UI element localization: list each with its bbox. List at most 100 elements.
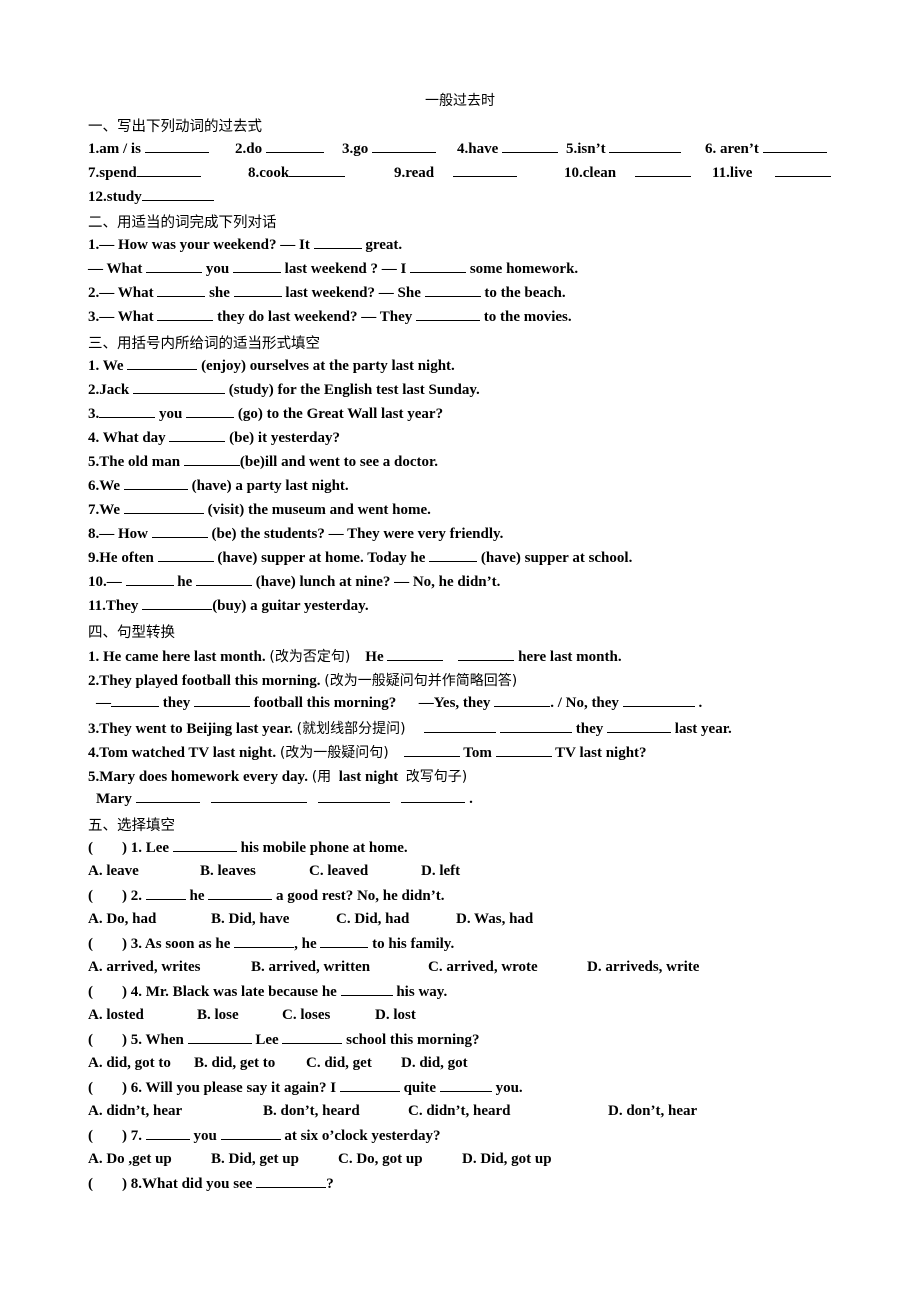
answer-blank[interactable] <box>607 720 672 733</box>
answer-blank[interactable] <box>194 694 250 707</box>
answer-paren[interactable]: ( <box>88 1128 122 1145</box>
answer-blank[interactable] <box>220 1127 281 1140</box>
answer-blank[interactable] <box>495 744 552 757</box>
answer-blank[interactable] <box>141 188 214 201</box>
line-text: they <box>575 721 604 737</box>
dialogue-line: — What you last weekend ? — I some homew… <box>88 260 578 278</box>
answer-blank[interactable] <box>372 140 436 153</box>
answer-blank[interactable] <box>99 405 156 418</box>
line-text: last weekend ? — I <box>284 261 407 277</box>
answer-blank[interactable] <box>172 839 237 852</box>
answer-blank[interactable] <box>318 790 391 803</box>
answer-blank[interactable] <box>429 549 478 562</box>
section-5-heading: 五、选择填空 <box>88 818 175 834</box>
verb-label: 8.cook <box>248 165 290 181</box>
answer-blank[interactable] <box>502 140 558 153</box>
answer-blank[interactable] <box>169 429 226 442</box>
answer-blank[interactable] <box>145 1127 190 1140</box>
answer-blank[interactable] <box>313 236 362 249</box>
answer-blank[interactable] <box>634 164 691 177</box>
option: A. arrived, writes <box>88 959 201 975</box>
answer-blank[interactable] <box>136 164 201 177</box>
answer-blank[interactable] <box>145 887 186 900</box>
answer-blank[interactable] <box>282 1031 343 1044</box>
line-text: . <box>698 695 703 711</box>
verb-label: 6. aren’t <box>705 141 759 157</box>
answer-blank[interactable] <box>415 308 480 321</box>
fill-line: 10.— he (have) lunch at nine? — No, he d… <box>88 573 500 591</box>
answer-blank[interactable] <box>183 453 240 466</box>
answer-blank[interactable] <box>609 140 682 153</box>
answer-blank[interactable] <box>500 720 573 733</box>
answer-blank[interactable] <box>401 790 466 803</box>
answer-blank[interactable] <box>762 140 827 153</box>
transform-line: 4.Tom watched TV last night. (改为一般疑问句) T… <box>88 742 647 762</box>
question-text: ) 6. Will you please say it again? I <box>122 1080 337 1096</box>
line-text: 3.They went to Beijing last year. <box>88 721 293 737</box>
answer-blank[interactable] <box>157 284 206 297</box>
fill-line: 8.— How (be) the students? — They were v… <box>88 525 503 543</box>
answer-paren[interactable]: ( <box>88 1176 122 1193</box>
answer-blank[interactable] <box>157 308 214 321</box>
answer-paren[interactable]: ( <box>88 1032 122 1049</box>
answer-blank[interactable] <box>186 405 235 418</box>
option: A. didn’t, hear <box>88 1103 183 1119</box>
answer-blank[interactable] <box>123 501 204 514</box>
question-text: a good rest? No, he didn’t. <box>276 888 445 904</box>
answer-blank[interactable] <box>127 357 198 370</box>
answer-blank[interactable] <box>622 694 695 707</box>
answer-blank[interactable] <box>340 983 393 996</box>
answer-blank[interactable] <box>133 381 225 394</box>
answer-blank[interactable] <box>339 1079 400 1092</box>
answer-blank[interactable] <box>234 935 295 948</box>
verb-label: 12.study <box>88 189 142 205</box>
answer-blank[interactable] <box>125 573 174 586</box>
line-text: 8.— How <box>88 526 148 542</box>
answer-paren[interactable]: ( <box>88 888 122 905</box>
answer-blank[interactable] <box>265 140 324 153</box>
line-text: (go) to the Great Wall last year? <box>237 406 444 422</box>
answer-blank[interactable] <box>142 597 213 610</box>
answer-blank[interactable] <box>135 790 200 803</box>
answer-blank[interactable] <box>289 164 346 177</box>
line-text: 10.— <box>88 574 122 590</box>
verb-label: 5.isn’t <box>566 141 606 157</box>
answer-paren[interactable]: ( <box>88 840 122 857</box>
answer-blank[interactable] <box>458 648 515 661</box>
transform-line: Mary . <box>96 790 473 808</box>
answer-blank[interactable] <box>232 260 281 273</box>
line-text: (have) supper at school. <box>480 550 633 566</box>
answer-blank[interactable] <box>403 744 460 757</box>
answer-blank[interactable] <box>320 935 369 948</box>
answer-blank[interactable] <box>196 573 252 586</box>
answer-paren[interactable]: ( <box>88 984 122 1001</box>
answer-blank[interactable] <box>233 284 282 297</box>
answer-blank[interactable] <box>123 477 188 490</box>
answer-blank[interactable] <box>187 1031 252 1044</box>
answer-blank[interactable] <box>157 549 214 562</box>
answer-blank[interactable] <box>452 164 517 177</box>
answer-blank[interactable] <box>410 260 467 273</box>
question-text: ) 4. Mr. Black was late because he <box>122 984 337 1000</box>
answer-blank[interactable] <box>146 260 203 273</box>
answer-blank[interactable] <box>144 140 209 153</box>
answer-blank[interactable] <box>774 164 831 177</box>
answer-blank[interactable] <box>208 887 273 900</box>
option: B. Did, have <box>211 911 290 927</box>
answer-paren[interactable]: ( <box>88 936 122 953</box>
question-text: quite <box>403 1080 437 1096</box>
answer-blank[interactable] <box>424 720 497 733</box>
answer-blank[interactable] <box>256 1175 327 1188</box>
section-4-heading: 四、句型转换 <box>88 625 175 641</box>
answer-paren[interactable]: ( <box>88 1080 122 1097</box>
transform-line: — they football this morning? —Yes, they… <box>96 694 702 712</box>
answer-blank[interactable] <box>424 284 481 297</box>
answer-blank[interactable] <box>151 525 208 538</box>
answer-blank[interactable] <box>210 790 307 803</box>
line-text: they do last weekend? — They <box>217 309 413 325</box>
answer-blank[interactable] <box>439 1079 492 1092</box>
answer-blank[interactable] <box>387 648 444 661</box>
answer-blank[interactable] <box>111 694 159 707</box>
line-text: you <box>159 406 183 422</box>
answer-blank[interactable] <box>494 694 551 707</box>
